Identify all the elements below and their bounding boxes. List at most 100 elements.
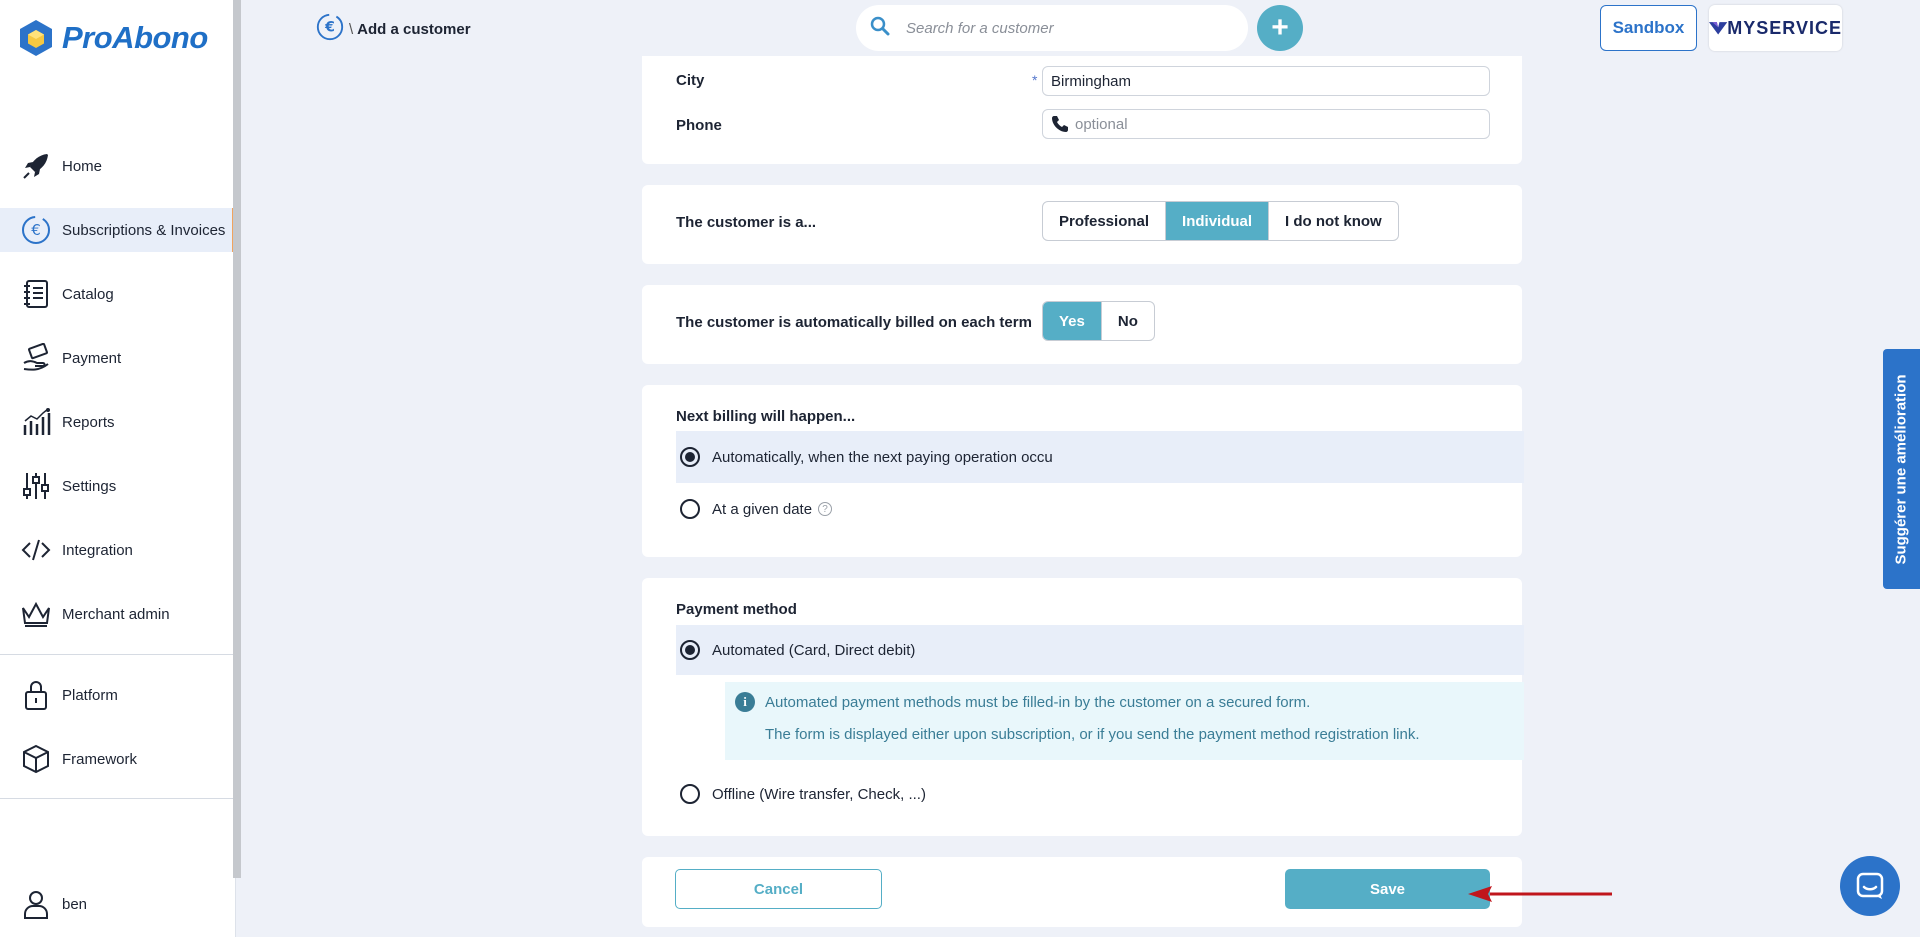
proabono-logo[interactable]: ProAbono — [18, 18, 208, 58]
city-field[interactable] — [1042, 66, 1490, 96]
auto-billing-toggle: Yes No — [1042, 301, 1155, 341]
option-no[interactable]: No — [1102, 302, 1154, 340]
sidebar-divider — [0, 654, 236, 655]
city-input[interactable] — [1051, 72, 1489, 90]
customer-type-card: The customer is a... Professional Indivi… — [642, 185, 1522, 264]
sandbox-button[interactable]: Sandbox — [1600, 5, 1697, 51]
feedback-tab[interactable]: Suggérer une amélioration — [1883, 349, 1920, 589]
rocket-icon — [20, 150, 52, 182]
sidebar-item-label: Subscriptions & Invoices — [62, 221, 226, 239]
search-icon — [870, 16, 890, 40]
sidebar-item-reports[interactable]: Reports — [0, 400, 236, 444]
chat-icon — [1856, 872, 1884, 899]
actions-card: Cancel Save — [642, 857, 1522, 927]
sidebar-item-label: Payment — [62, 349, 122, 367]
chat-button[interactable] — [1840, 856, 1900, 916]
service-name: MYSERVICE — [1727, 17, 1842, 38]
radio-button[interactable] — [680, 784, 700, 804]
sidebar-item-label: Merchant admin — [62, 605, 170, 623]
sidebar-item-label: Platform — [62, 686, 118, 704]
radio-button[interactable] — [680, 640, 700, 660]
radio-button[interactable] — [680, 447, 700, 467]
payment-option-automated[interactable]: Automated (Card, Direct debit) — [676, 625, 1524, 675]
radio-button[interactable] — [680, 499, 700, 519]
sidebar-item-label: Reports — [62, 413, 115, 431]
sidebar-item-label: Catalog — [62, 285, 114, 303]
payment-method-card: Payment method Automated (Card, Direct d… — [642, 578, 1524, 836]
cube-icon — [20, 743, 52, 775]
next-billing-option-auto[interactable]: Automatically, when the next paying oper… — [676, 431, 1524, 483]
sidebar-item-label: Settings — [62, 477, 117, 495]
option-label: At a given date — [712, 500, 813, 518]
sidebar-item-label: Framework — [62, 750, 138, 768]
lock-icon — [20, 679, 52, 711]
annotation-arrow — [1468, 886, 1612, 902]
sidebar-item-catalog[interactable]: Catalog — [0, 272, 236, 316]
payment-info-box: i Automated payment methods must be fill… — [725, 682, 1524, 760]
logo-text: ProAbono — [62, 20, 208, 55]
code-icon — [20, 534, 52, 566]
euro-cycle-icon[interactable]: € — [315, 12, 345, 46]
sidebar-item-settings[interactable]: Settings — [0, 464, 236, 508]
option-individual[interactable]: Individual — [1166, 202, 1270, 240]
info-text-line1: Automated payment methods must be filled… — [765, 694, 1311, 711]
sidebar-item-merchant-admin[interactable]: Merchant admin — [0, 592, 236, 636]
euro-cycle-icon: € — [20, 214, 52, 246]
help-icon[interactable]: ? — [818, 502, 833, 516]
crown-icon — [20, 598, 52, 630]
feedback-label: Suggérer une amélioration — [1893, 373, 1911, 565]
user-name: ben — [62, 895, 88, 913]
option-unknown[interactable]: I do not know — [1269, 202, 1398, 240]
next-billing-option-date[interactable]: At a given date ? — [676, 483, 1524, 535]
payment-option-offline[interactable]: Offline (Wire transfer, Check, ...) — [676, 772, 1524, 816]
user-icon — [20, 888, 52, 920]
hand-money-icon — [20, 342, 52, 374]
svg-text:€: € — [324, 20, 335, 36]
option-yes[interactable]: Yes — [1043, 302, 1102, 340]
option-professional[interactable]: Professional — [1043, 202, 1167, 240]
option-label: Automatically, when the next paying oper… — [712, 448, 1053, 466]
phone-icon — [1051, 115, 1069, 133]
page-title: Add a customer — [357, 20, 471, 38]
sidebar-item-integration[interactable]: Integration — [0, 528, 236, 572]
sliders-icon — [20, 470, 52, 502]
service-logo-icon — [1709, 22, 1728, 35]
sidebar-divider — [0, 798, 236, 799]
customer-search[interactable] — [856, 5, 1248, 51]
sidebar-item-subscriptions[interactable]: € Subscriptions & Invoices — [0, 208, 236, 252]
auto-billing-label: The customer is automatically billed on … — [676, 314, 1032, 331]
info-text-line2: The form is displayed either upon subscr… — [765, 726, 1420, 743]
cancel-button[interactable]: Cancel — [675, 869, 882, 909]
sidebar-item-label: Integration — [62, 541, 133, 559]
sidebar-item-payment[interactable]: Payment — [0, 336, 236, 380]
sidebar-scrollbar[interactable] — [233, 0, 241, 878]
sidebar-item-home[interactable]: Home — [0, 144, 236, 188]
address-card: City * Phone — [642, 56, 1522, 164]
sidebar: ProAbono Home € Subscriptions & Invoices… — [0, 0, 236, 937]
next-billing-card: Next billing will happen... Automaticall… — [642, 385, 1524, 557]
option-label: Offline (Wire transfer, Check, ...) — [712, 785, 926, 803]
phone-input[interactable] — [1075, 115, 1489, 133]
sidebar-item-label: Home — [62, 157, 103, 175]
svg-text:€: € — [31, 221, 41, 239]
auto-billing-card: The customer is automatically billed on … — [642, 285, 1522, 364]
sidebar-item-platform[interactable]: Platform — [0, 673, 236, 717]
sidebar-item-framework[interactable]: Framework — [0, 737, 236, 781]
service-switcher[interactable]: MYSERVICE — [1709, 5, 1842, 51]
bar-chart-icon — [20, 406, 52, 438]
add-button[interactable]: + — [1257, 5, 1303, 51]
required-marker: * — [1032, 72, 1038, 88]
city-label: City — [676, 72, 705, 89]
payment-method-label: Payment method — [676, 601, 797, 618]
search-input[interactable] — [906, 19, 1226, 37]
phone-field[interactable] — [1042, 109, 1490, 139]
sidebar-user[interactable]: ben — [0, 882, 236, 926]
phone-label: Phone — [676, 117, 722, 134]
save-button[interactable]: Save — [1285, 869, 1490, 909]
next-billing-label: Next billing will happen... — [676, 408, 856, 425]
info-icon: i — [735, 692, 755, 712]
breadcrumb: € \ Add a customer — [315, 12, 471, 46]
option-label: Automated (Card, Direct debit) — [712, 641, 916, 659]
logo-icon — [20, 20, 52, 56]
breadcrumb-separator: \ — [349, 20, 354, 38]
